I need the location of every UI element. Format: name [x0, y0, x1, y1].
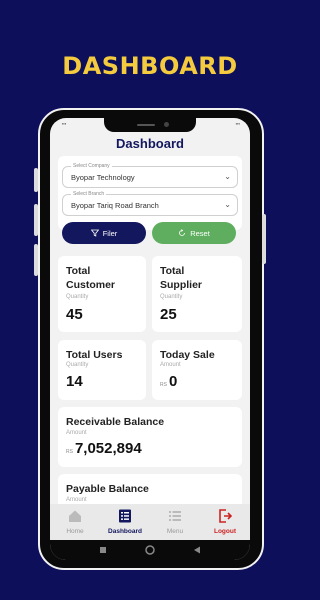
reset-button-label: Reset [190, 228, 210, 238]
recent-apps-icon[interactable] [98, 545, 108, 555]
phone-notch [104, 118, 196, 132]
payable-balance-sub: Amount [66, 497, 87, 503]
total-supplier-value: 25 [160, 306, 177, 323]
nav-item-dashboard[interactable]: Dashboard [100, 504, 150, 540]
receivable-balance-card[interactable]: Receivable Balance Amount RS 7,052,894 [58, 407, 242, 467]
payable-balance-title: Payable Balance [66, 483, 149, 495]
receivable-balance-amount: RS 7,052,894 [66, 440, 142, 457]
receivable-balance-value: 7,052,894 [74, 440, 142, 457]
filter-button-label: Filer [102, 228, 118, 238]
promo-title: DASHBOARD [62, 52, 238, 80]
total-supplier-card[interactable]: Total Supplier Quantity 25 [152, 256, 242, 332]
reset-button[interactable]: Reset [152, 222, 236, 244]
chevron-down-icon: ⌄ [224, 172, 231, 181]
nav-item-home[interactable]: Home [50, 504, 100, 540]
nav-item-logout[interactable]: Logout [200, 504, 250, 540]
nav-item-logout-label: Logout [213, 528, 237, 535]
total-customer-card[interactable]: Total Customer Quantity 45 [58, 256, 146, 332]
today-sale-card[interactable]: Today Sale Amount RS 0 [152, 340, 242, 400]
total-supplier-title: Total Supplier [160, 265, 203, 291]
branch-select-label: Select Branch [71, 191, 107, 197]
system-nav-bar [50, 540, 250, 560]
page-title: Dashboard [116, 136, 184, 151]
total-users-value: 14 [66, 373, 83, 390]
today-sale-amount: RS 0 [160, 373, 177, 390]
phone-screen: ▪▪▪ ▪▪▪ Dashboard Select Company Byopar … [50, 118, 250, 560]
filter-button[interactable]: Filer [62, 222, 146, 244]
total-customer-sub: Quantity [66, 294, 89, 300]
today-sale-sub: Amount [160, 362, 181, 368]
phone-side-button [34, 244, 38, 276]
company-select-value: Byopar Technology [71, 173, 135, 182]
refresh-icon [179, 229, 186, 236]
logout-icon [219, 509, 233, 523]
receivable-balance-title: Receivable Balance [66, 416, 165, 428]
phone-power-button [262, 214, 266, 264]
total-users-sub: Quantity [66, 362, 89, 368]
receivable-balance-sub: Amount [66, 430, 87, 436]
currency-label: RS [160, 382, 167, 388]
home-icon [69, 510, 81, 522]
menu-icon [169, 511, 181, 521]
home-circle-icon[interactable] [145, 545, 155, 555]
nav-item-home-label: Home [66, 528, 84, 535]
filter-icon [90, 229, 99, 237]
today-sale-value: 0 [168, 373, 178, 390]
total-customer-value: 45 [66, 306, 83, 323]
total-supplier-sub: Quantity [160, 294, 183, 300]
company-select[interactable]: Select Company Byopar Technology ⌄ [62, 163, 238, 188]
branch-select[interactable]: Select Branch Byopar Tariq Road Branch ⌄ [62, 191, 238, 216]
total-users-title: Total Users [66, 349, 123, 361]
today-sale-title: Today Sale [160, 349, 215, 361]
currency-label: RS [66, 449, 73, 455]
company-select-label: Select Company [71, 163, 112, 169]
dashboard-icon [119, 509, 131, 523]
back-icon[interactable] [192, 545, 202, 555]
phone-side-button [34, 204, 38, 236]
nav-item-menu[interactable]: Menu [150, 504, 200, 540]
nav-item-menu-label: Menu [166, 528, 184, 535]
status-icons: ▪▪▪ [235, 121, 240, 126]
status-time: ▪▪▪ [62, 121, 67, 126]
phone-side-button [34, 168, 38, 192]
nav-item-dashboard-label: Dashboard [108, 528, 142, 535]
total-users-card[interactable]: Total Users Quantity 14 [58, 340, 146, 400]
chevron-down-icon: ⌄ [224, 200, 231, 209]
bottom-nav: Home Dashboard Menu Logout [50, 504, 250, 540]
total-customer-title: Total Customer [66, 265, 116, 291]
branch-select-value: Byopar Tariq Road Branch [71, 201, 159, 210]
